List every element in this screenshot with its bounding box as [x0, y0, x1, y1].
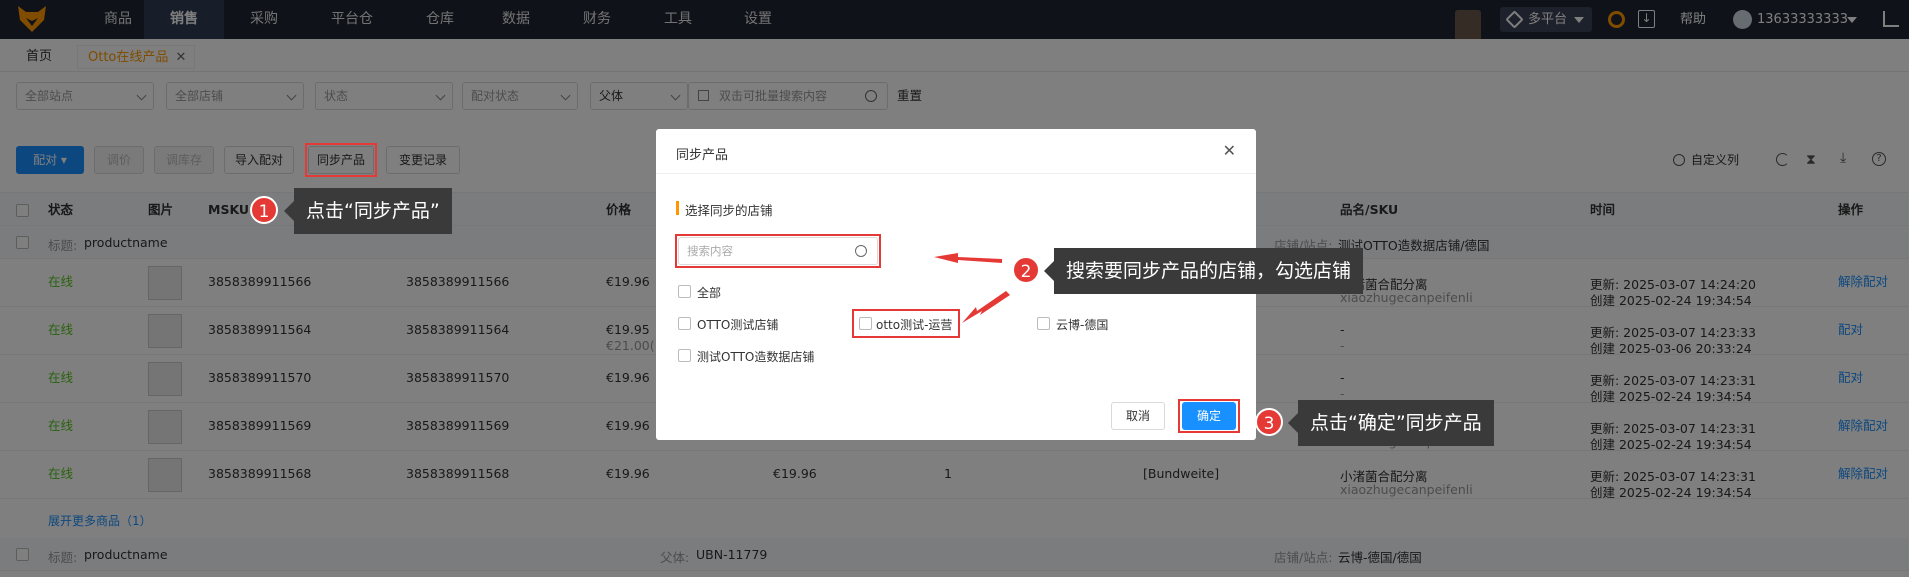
- cancel-button[interactable]: 取消: [1111, 402, 1165, 430]
- store-checkbox[interactable]: [1037, 317, 1050, 330]
- step-1-badge: 1: [250, 196, 278, 224]
- step-3-callout: 点击“确定”同步产品: [1288, 400, 1494, 446]
- step-2-badge: 2: [1012, 256, 1040, 284]
- dialog-close-icon[interactable]: ✕: [1223, 141, 1236, 160]
- highlight-store-search: [675, 234, 881, 268]
- arrow-to-search-icon: [934, 253, 1002, 263]
- dialog-divider: [656, 173, 1256, 174]
- section-title: 选择同步的店铺: [685, 203, 773, 218]
- highlight-sync-button: [305, 143, 377, 177]
- step-2-callout: 搜索要同步产品的店铺，勾选店铺: [1043, 248, 1364, 294]
- store-checkbox[interactable]: [678, 317, 691, 330]
- highlight-confirm-button: [1178, 399, 1240, 433]
- arrow-annotations: [934, 253, 1010, 323]
- store-checkbox[interactable]: [678, 349, 691, 362]
- section-marker: [676, 201, 679, 215]
- all-stores-checkbox[interactable]: [678, 285, 691, 298]
- step-1-callout: 点击“同步产品”: [284, 188, 452, 234]
- all-stores-label: 全部: [697, 286, 722, 300]
- overlay-mask-top: [0, 0, 1909, 72]
- store-label: OTTO测试店铺: [697, 318, 779, 332]
- step-3-badge: 3: [1255, 408, 1283, 436]
- arrow-to-store-icon: [962, 291, 1010, 323]
- store-label: 测试OTTO造数据店铺: [697, 350, 815, 364]
- dialog-title: 同步产品: [676, 148, 729, 163]
- store-label: 云博-德国: [1056, 318, 1109, 332]
